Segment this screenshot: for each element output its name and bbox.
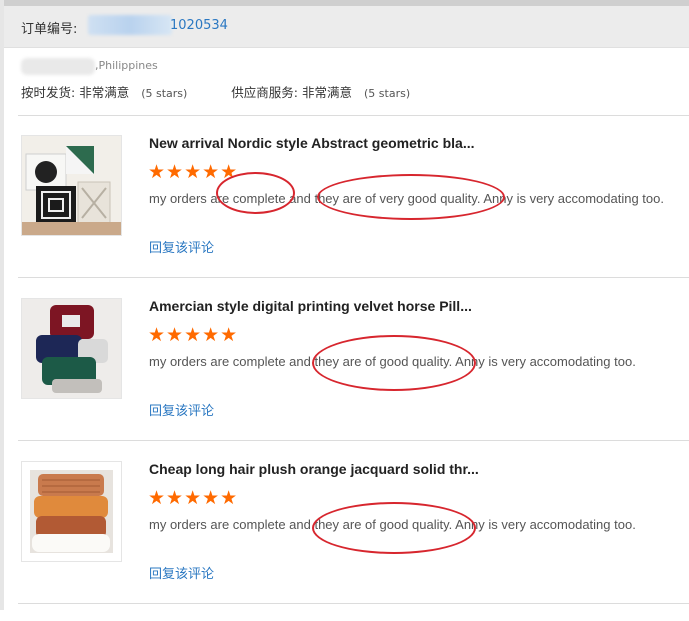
annotation-circle-quality: [312, 335, 476, 391]
item-divider: [18, 440, 689, 441]
annotation-circle-quality: [312, 502, 476, 554]
review-item: Cheap long hair plush orange jacquard so…: [0, 461, 689, 621]
product-title[interactable]: Cheap long hair plush orange jacquard so…: [149, 461, 479, 477]
supplier-service-stars: (5 stars): [364, 87, 411, 100]
reply-to-review-link[interactable]: 回复该评论: [149, 563, 214, 582]
annotation-circle-complete: [216, 172, 295, 214]
pillows-image-1: [22, 136, 121, 235]
product-thumbnail[interactable]: [21, 461, 122, 562]
pillows-image-2: [22, 299, 121, 398]
product-thumbnail[interactable]: [21, 135, 122, 236]
review-item: Amercian style digital printing velvet h…: [0, 298, 689, 458]
reply-to-review-link[interactable]: 回复该评论: [149, 237, 214, 256]
section-divider: [18, 115, 689, 116]
order-header: 订单编号: 1020534: [4, 6, 689, 48]
seller-ratings: 按时发货: 非常满意 (5 stars) 供应商服务: 非常满意 (5 star…: [21, 82, 410, 101]
order-number-link[interactable]: 1020534: [170, 18, 228, 33]
supplier-service-value: 非常满意: [302, 85, 353, 100]
annotation-circle-quality: [317, 174, 505, 220]
product-title[interactable]: New arrival Nordic style Abstract geomet…: [149, 135, 475, 151]
buyer-address: ,Philippines: [95, 59, 158, 72]
item-divider: [18, 277, 689, 278]
supplier-service-label: 供应商服务:: [231, 85, 299, 100]
ontime-shipping-stars: (5 stars): [141, 87, 188, 100]
ontime-shipping-label: 按时发货:: [21, 85, 76, 100]
product-thumbnail[interactable]: [21, 298, 122, 399]
reply-to-review-link[interactable]: 回复该评论: [149, 400, 214, 419]
star-rating: ★★★★★: [148, 324, 239, 346]
item-divider: [18, 603, 689, 604]
order-number-redacted: [88, 15, 172, 35]
review-item: New arrival Nordic style Abstract geomet…: [0, 135, 689, 295]
star-rating: ★★★★★: [148, 487, 239, 509]
buyer-name-redacted: [21, 58, 95, 75]
order-number-label: 订单编号:: [21, 22, 78, 37]
product-title[interactable]: Amercian style digital printing velvet h…: [149, 298, 472, 314]
ontime-shipping-value: 非常满意: [79, 85, 130, 100]
pillows-image-3: [22, 462, 121, 561]
